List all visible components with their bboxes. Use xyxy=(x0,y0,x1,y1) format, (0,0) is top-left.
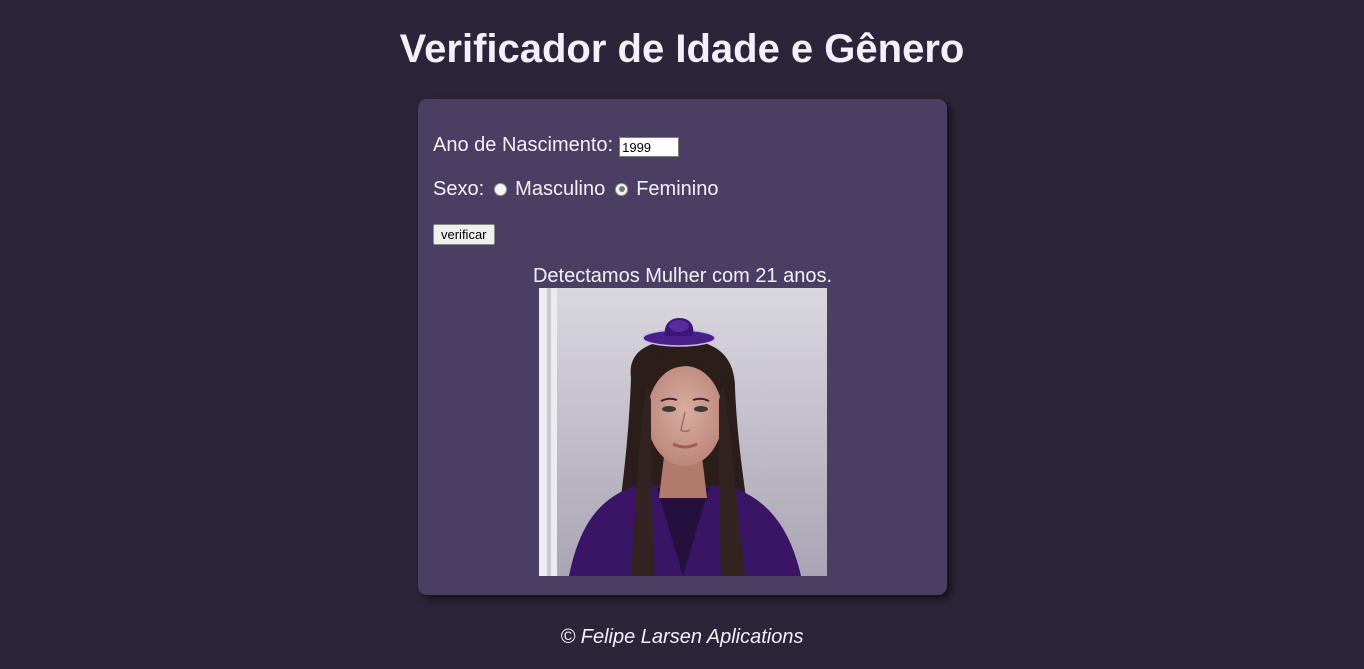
birth-year-row: Ano de Nascimento: xyxy=(433,133,680,157)
birth-year-label: Ano de Nascimento: xyxy=(433,134,614,156)
radio-masculino[interactable] xyxy=(494,182,508,196)
result-photo xyxy=(539,288,827,576)
radio-feminino-label[interactable]: Feminino xyxy=(636,177,718,201)
radio-masculino-label[interactable]: Masculino xyxy=(515,177,605,201)
page-title: Verificador de Idade e Gênero xyxy=(399,27,965,71)
footer-copyright: © Felipe Larsen Aplications xyxy=(560,626,804,648)
verify-button[interactable]: verificar xyxy=(433,224,495,245)
result-message: Detectamos Mulher com 21 anos. xyxy=(532,265,833,287)
radio-feminino[interactable] xyxy=(615,182,629,196)
birth-year-input[interactable] xyxy=(619,137,680,157)
sex-row: Sexo: Masculino Feminino xyxy=(433,177,718,201)
sex-label: Sexo: xyxy=(433,178,485,200)
young-woman-photo-icon xyxy=(539,288,827,576)
